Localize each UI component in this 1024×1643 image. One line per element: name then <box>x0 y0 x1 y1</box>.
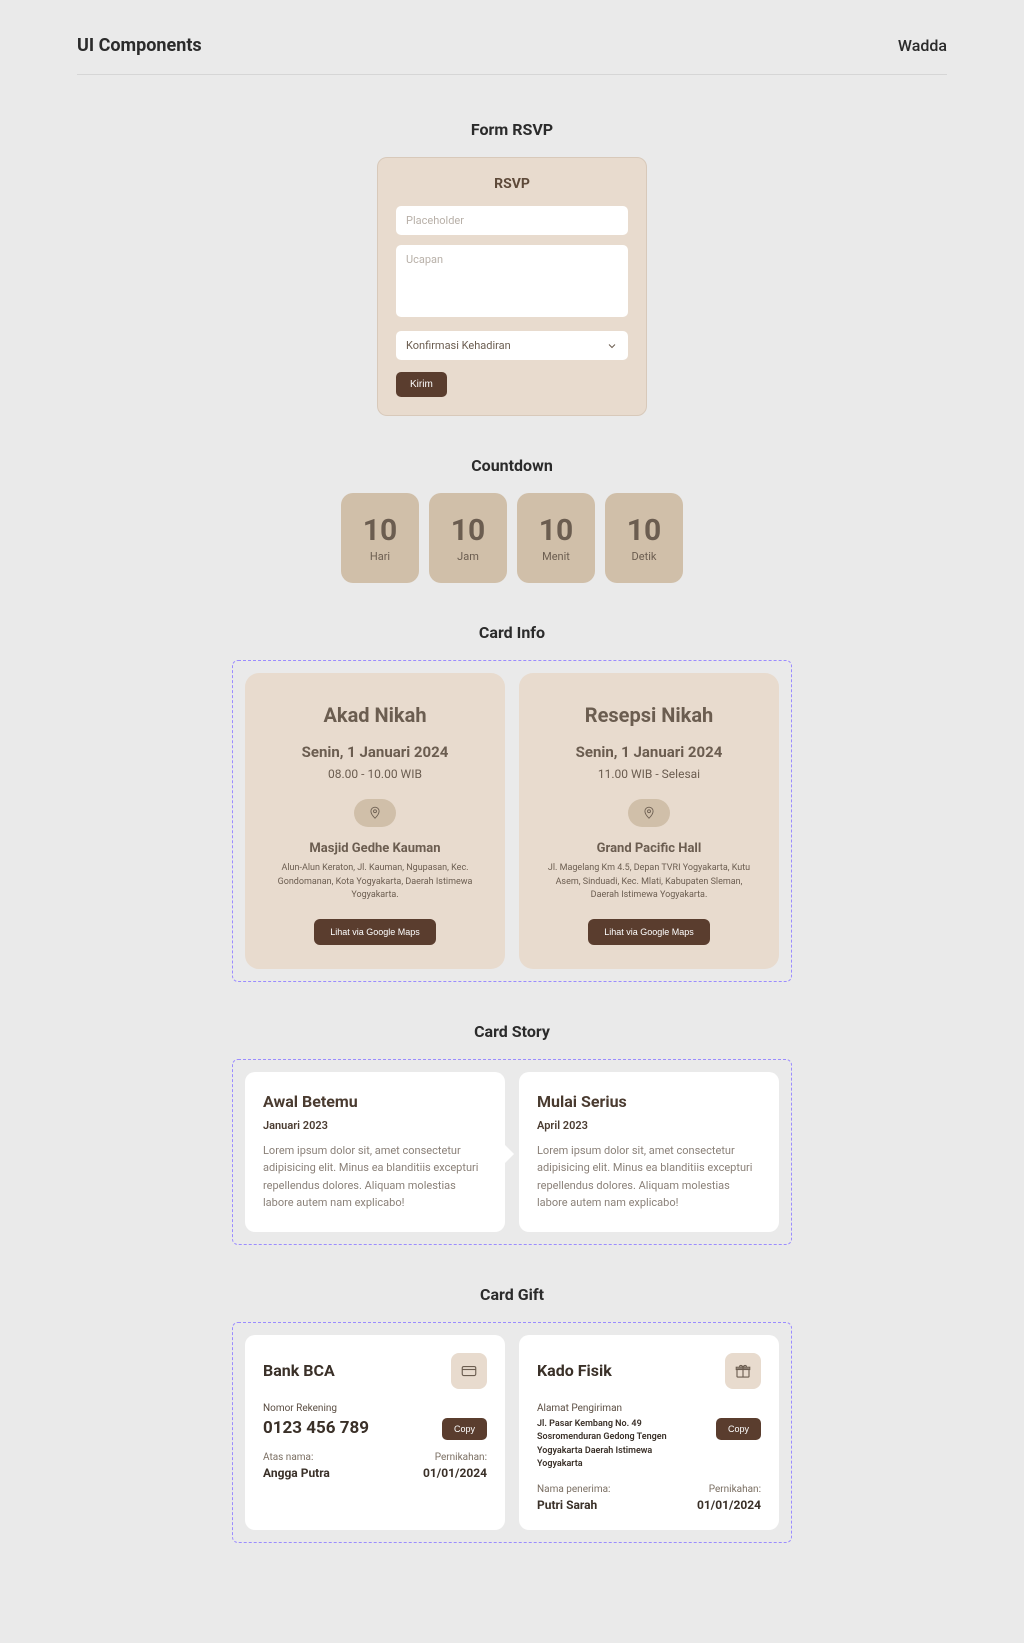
gift-account-number: 0123 456 789 <box>263 1418 369 1438</box>
date-label: Pernikahan: <box>697 1484 761 1495</box>
countdown-value: 10 <box>363 513 397 548</box>
countdown-label: Hari <box>370 550 390 563</box>
section-title-cardstory: Card Story <box>77 1022 947 1041</box>
date-label: Pernikahan: <box>423 1452 487 1463</box>
rsvp-name-input[interactable] <box>396 206 628 235</box>
info-title: Akad Nikah <box>263 703 487 727</box>
story-date: Januari 2023 <box>263 1119 487 1132</box>
countdown-value: 10 <box>627 513 661 548</box>
info-title: Resepsi Nikah <box>537 703 761 727</box>
gift-title: Bank BCA <box>263 1361 335 1380</box>
brand-name: Wadda <box>898 36 947 55</box>
owner-label: Nama penerima: <box>537 1484 610 1495</box>
wedding-date: 01/01/2024 <box>697 1498 761 1512</box>
story-date: April 2023 <box>537 1119 761 1132</box>
countdown-row: 10 Hari 10 Jam 10 Menit 10 Detik <box>77 493 947 583</box>
countdown-minutes: 10 Menit <box>517 493 595 583</box>
story-card: Mulai Serius April 2023 Lorem ipsum dolo… <box>519 1072 779 1232</box>
location-pin-button[interactable] <box>628 799 670 827</box>
info-venue: Masjid Gedhe Kauman <box>263 841 487 856</box>
info-card-resepsi: Resepsi Nikah Senin, 1 Januari 2024 11.0… <box>519 673 779 969</box>
gift-icon <box>725 1353 761 1389</box>
info-address: Alun-Alun Keraton, Jl. Kauman, Ngupasan,… <box>263 862 487 903</box>
rsvp-select-label: Konfirmasi Kehadiran <box>406 339 511 352</box>
speech-tail-icon <box>504 1144 514 1164</box>
gift-address: Jl. Pasar Kembang No. 49 Sosromenduran G… <box>537 1418 697 1472</box>
rsvp-attendance-select[interactable]: Konfirmasi Kehadiran <box>396 331 628 360</box>
copy-button[interactable]: Copy <box>716 1418 761 1440</box>
info-card-akad: Akad Nikah Senin, 1 Januari 2024 08.00 -… <box>245 673 505 969</box>
story-body: Lorem ipsum dolor sit, amet consectetur … <box>263 1142 487 1212</box>
story-card: Awal Betemu Januari 2023 Lorem ipsum dol… <box>245 1072 505 1232</box>
google-maps-button[interactable]: Lihat via Google Maps <box>314 919 436 945</box>
countdown-label: Detik <box>632 550 657 563</box>
info-date: Senin, 1 Januari 2024 <box>537 743 761 761</box>
map-pin-icon <box>368 806 382 820</box>
rsvp-heading: RSVP <box>396 176 628 192</box>
section-title-cardgift: Card Gift <box>77 1285 947 1304</box>
info-address: Jl. Magelang Km 4.5, Depan TVRI Yogyakar… <box>537 862 761 903</box>
owner-name: Putri Sarah <box>537 1498 610 1512</box>
gift-card-bank: Bank BCA Nomor Rekening 0123 456 789 Cop… <box>245 1335 505 1530</box>
gift-label: Nomor Rekening <box>263 1403 487 1414</box>
countdown-label: Jam <box>457 550 479 563</box>
section-title-countdown: Countdown <box>77 456 947 475</box>
countdown-value: 10 <box>451 513 485 548</box>
card-story-container: Awal Betemu Januari 2023 Lorem ipsum dol… <box>232 1059 792 1245</box>
chevron-down-icon <box>606 340 618 352</box>
card-gift-container: Bank BCA Nomor Rekening 0123 456 789 Cop… <box>232 1322 792 1543</box>
story-title: Mulai Serius <box>537 1092 761 1111</box>
card-info-container: Akad Nikah Senin, 1 Januari 2024 08.00 -… <box>232 660 792 982</box>
map-pin-icon <box>642 806 656 820</box>
countdown-label: Menit <box>542 550 570 563</box>
rsvp-message-input[interactable] <box>396 245 628 317</box>
info-time: 08.00 - 10.00 WIB <box>263 767 487 781</box>
section-title-rsvp: Form RSVP <box>77 120 947 139</box>
owner-label: Atas nama: <box>263 1452 330 1463</box>
info-venue: Grand Pacific Hall <box>537 841 761 856</box>
gift-title: Kado Fisik <box>537 1361 612 1380</box>
story-title: Awal Betemu <box>263 1092 487 1111</box>
countdown-seconds: 10 Detik <box>605 493 683 583</box>
gift-label: Alamat Pengiriman <box>537 1403 761 1414</box>
page-header: UI Components Wadda <box>77 35 947 75</box>
rsvp-submit-button[interactable]: Kirim <box>396 372 447 397</box>
countdown-value: 10 <box>539 513 573 548</box>
info-date: Senin, 1 Januari 2024 <box>263 743 487 761</box>
info-time: 11.00 WIB - Selesai <box>537 767 761 781</box>
page-title: UI Components <box>77 35 202 56</box>
countdown-days: 10 Hari <box>341 493 419 583</box>
rsvp-card: RSVP Konfirmasi Kehadiran Kirim <box>377 157 647 416</box>
location-pin-button[interactable] <box>354 799 396 827</box>
story-body: Lorem ipsum dolor sit, amet consectetur … <box>537 1142 761 1212</box>
countdown-hours: 10 Jam <box>429 493 507 583</box>
copy-button[interactable]: Copy <box>442 1418 487 1440</box>
gift-card-physical: Kado Fisik Alamat Pengiriman Jl. Pasar K… <box>519 1335 779 1530</box>
credit-card-icon <box>451 1353 487 1389</box>
owner-name: Angga Putra <box>263 1466 330 1480</box>
wedding-date: 01/01/2024 <box>423 1466 487 1480</box>
section-title-cardinfo: Card Info <box>77 623 947 642</box>
google-maps-button[interactable]: Lihat via Google Maps <box>588 919 710 945</box>
